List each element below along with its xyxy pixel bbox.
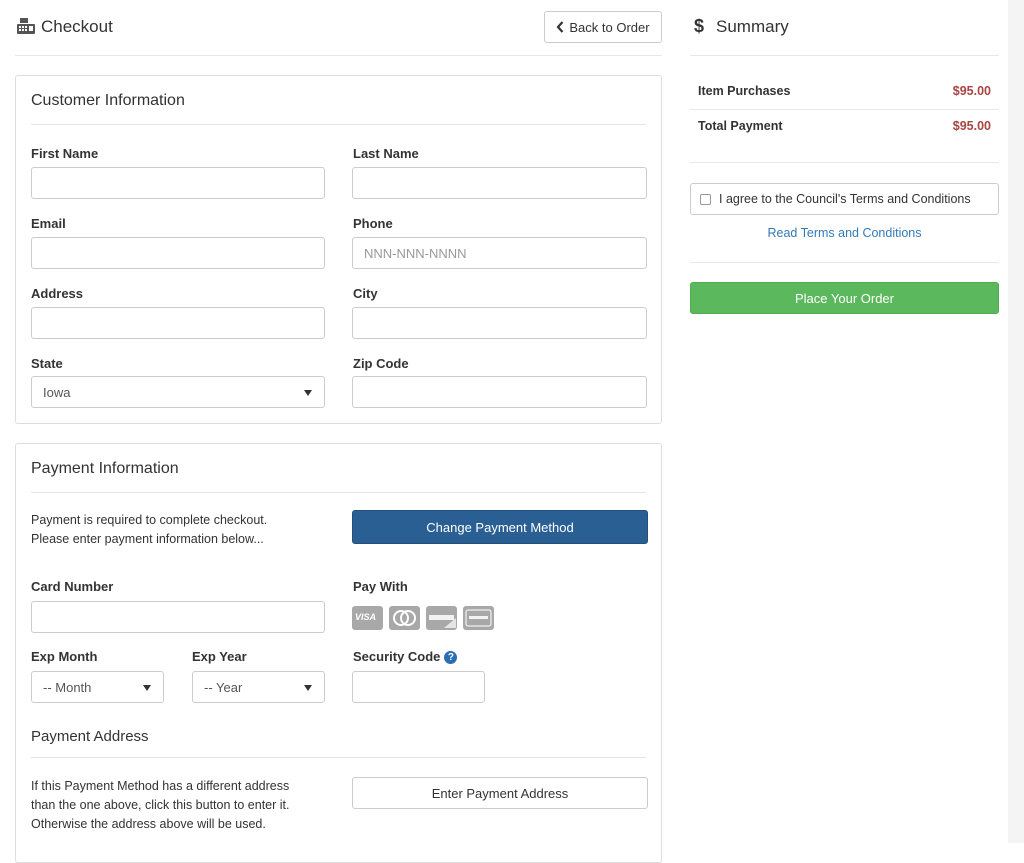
payment-address-note-line-1: If this Payment Method has a different a… bbox=[31, 779, 290, 793]
state-label: State bbox=[31, 356, 63, 371]
amex-logo bbox=[465, 609, 492, 627]
card-number-input[interactable] bbox=[31, 601, 325, 633]
exp-month-label: Exp Month bbox=[31, 649, 98, 664]
visa-icon: VISA bbox=[352, 606, 383, 630]
payment-address-title: Payment Address bbox=[31, 728, 149, 745]
item-purchases-value: $95.00 bbox=[952, 84, 991, 98]
phone-input[interactable] bbox=[352, 237, 647, 269]
email-input[interactable] bbox=[31, 237, 325, 269]
last-name-input[interactable] bbox=[352, 167, 647, 199]
exp-month-select[interactable]: -- Month bbox=[31, 671, 164, 703]
first-name-label: First Name bbox=[31, 146, 99, 161]
exp-year-value: -- Year bbox=[204, 679, 243, 695]
back-to-order-label: Back to Order bbox=[569, 19, 650, 35]
zip-code-input[interactable] bbox=[352, 376, 647, 408]
read-terms-link[interactable]: Read Terms and Conditions bbox=[690, 226, 999, 240]
first-name-input[interactable] bbox=[31, 167, 325, 199]
divider bbox=[690, 162, 999, 163]
exp-year-select[interactable]: -- Year bbox=[192, 671, 325, 703]
back-to-order-button[interactable]: Back to Order bbox=[544, 11, 662, 43]
order-summary: $ Summary Item Purchases $95.00 Total Pa… bbox=[690, 0, 999, 843]
exp-month-value: -- Month bbox=[43, 679, 92, 695]
discover-icon bbox=[426, 606, 457, 630]
customer-information-title: Customer Information bbox=[31, 92, 185, 109]
state-select[interactable]: Iowa bbox=[31, 376, 325, 408]
phone-label: Phone bbox=[353, 216, 393, 231]
payment-address-note-line-2: than the one above, click this button to… bbox=[31, 798, 290, 812]
security-code-label: Security Code? bbox=[353, 649, 458, 664]
payment-information-panel: Payment Information Payment is required … bbox=[15, 443, 662, 863]
cash-register-icon bbox=[17, 18, 35, 34]
divider bbox=[31, 757, 646, 758]
payment-address-note-line-3: Otherwise the address above will be used… bbox=[31, 817, 266, 831]
exp-year-label: Exp Year bbox=[192, 649, 247, 664]
payment-note-line-1: Payment is required to complete checkout… bbox=[31, 513, 268, 527]
divider bbox=[31, 492, 646, 493]
pay-with-label: Pay With bbox=[353, 579, 408, 594]
city-input[interactable] bbox=[352, 307, 647, 339]
caret-down-icon bbox=[143, 685, 151, 691]
caret-down-icon bbox=[304, 390, 312, 396]
payment-note-line-2: Please enter payment information below..… bbox=[31, 532, 264, 546]
security-code-input[interactable] bbox=[352, 671, 485, 703]
address-label: Address bbox=[31, 286, 84, 301]
card-number-label: Card Number bbox=[31, 579, 114, 594]
caret-down-icon bbox=[304, 685, 312, 691]
checkout-header: Checkout Back to Order bbox=[15, 10, 662, 56]
page-scroll-gutter bbox=[1008, 0, 1024, 843]
security-code-label-text: Security Code bbox=[353, 649, 441, 664]
terms-agreement[interactable]: I agree to the Council's Terms and Condi… bbox=[690, 183, 999, 215]
city-label: City bbox=[353, 286, 378, 301]
enter-payment-address-button[interactable]: Enter Payment Address bbox=[352, 777, 648, 809]
summary-header: $ Summary bbox=[690, 10, 999, 56]
help-icon[interactable]: ? bbox=[444, 651, 458, 664]
chevron-left-icon bbox=[556, 21, 564, 33]
last-name-label: Last Name bbox=[353, 146, 419, 161]
email-label: Email bbox=[31, 216, 66, 231]
customer-information-panel: Customer Information First Name Last Nam… bbox=[15, 75, 662, 424]
visa-icon-text: VISA bbox=[355, 612, 377, 622]
change-payment-method-button[interactable]: Change Payment Method bbox=[352, 510, 648, 544]
terms-checkbox-label: I agree to the Council's Terms and Condi… bbox=[719, 192, 971, 206]
divider bbox=[690, 109, 999, 110]
total-payment-value: $95.00 bbox=[952, 119, 991, 133]
page-title: Checkout bbox=[41, 17, 113, 36]
discover-logo bbox=[429, 615, 456, 628]
amex-icon bbox=[463, 606, 494, 630]
place-order-button[interactable]: Place Your Order bbox=[690, 282, 999, 314]
dollar-icon: $ bbox=[694, 16, 705, 36]
item-purchases-label: Item Purchases bbox=[698, 84, 791, 98]
zip-code-label: Zip Code bbox=[353, 356, 409, 371]
divider bbox=[31, 124, 646, 125]
divider bbox=[690, 262, 999, 263]
mastercard-logo bbox=[393, 610, 416, 626]
state-select-value: Iowa bbox=[43, 384, 71, 400]
payment-information-title: Payment Information bbox=[31, 460, 179, 477]
total-payment-label: Total Payment bbox=[698, 119, 783, 133]
address-input[interactable] bbox=[31, 307, 325, 339]
terms-checkbox[interactable] bbox=[700, 193, 711, 205]
mastercard-icon bbox=[389, 606, 420, 630]
summary-title: Summary bbox=[716, 17, 789, 36]
